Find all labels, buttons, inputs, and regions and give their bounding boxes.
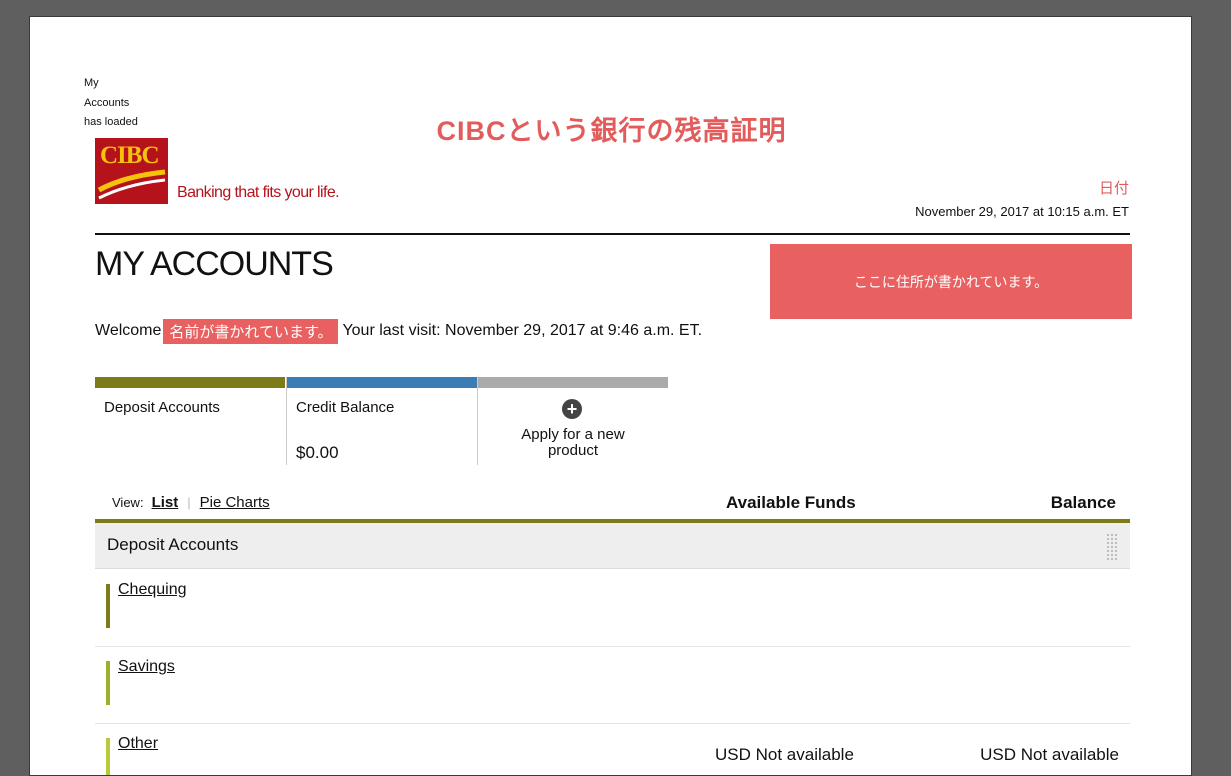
logo-swoosh-icon [97,169,166,200]
last-visit: Your last visit: November 29, 2017 at 9:… [342,322,703,339]
account-group-header[interactable]: Deposit Accounts [95,523,1130,569]
account-row-savings: Savings [95,646,1130,724]
tile-value: $0.00 [296,443,339,462]
view-separator: | [187,495,191,510]
statement-page: My Accounts has loaded CIBCという銀行の残高証明 CI… [29,16,1192,776]
header-divider [95,233,1130,235]
session-timestamp: November 29, 2017 at 10:15 a.m. ET [915,204,1129,219]
balance-value: USD Not available [980,745,1119,764]
available-funds-value: USD Not available [715,745,854,764]
account-stripe [106,584,110,628]
annotation-title: CIBCという銀行の残高証明 [436,116,787,146]
tile-color-bar [478,377,668,388]
welcome-prefix: Welcome [95,322,162,339]
page-title: MY ACCOUNTS [95,245,334,283]
tile-label: Deposit Accounts [104,399,220,416]
tile-color-bar [287,377,477,388]
column-header-balance: Balance [1050,493,1116,512]
view-list-link[interactable]: List [152,494,179,511]
plus-circle-icon[interactable]: + [562,399,582,419]
welcome-message: Welcome 名前が書かれています。 Your last visit: Nov… [95,318,703,344]
view-pie-charts-link[interactable]: Pie Charts [200,494,270,511]
view-label: View: [112,495,144,510]
account-row-other: Other USD Not available USD Not availabl… [95,723,1130,775]
tile-color-bar [95,377,285,388]
tile-label: Credit Balance [296,399,395,416]
tile-credit-balance[interactable]: Credit Balance $0.00 [286,377,477,465]
date-annotation: 日付 [1098,180,1129,197]
name-annotation: 名前が書かれています。 [163,318,339,344]
account-link-chequing[interactable]: Chequing [118,581,187,599]
tile-deposit-accounts[interactable]: Deposit Accounts [95,377,285,465]
column-header-available-funds: Available Funds [726,493,856,512]
summary-tiles: Deposit Accounts Credit Balance $0.00 + … [95,377,670,465]
view-switcher: View: List | Pie Charts [112,494,270,511]
account-row-chequing: Chequing [95,569,1130,647]
account-link-other[interactable]: Other [118,735,158,753]
account-stripe [106,661,110,705]
account-link-savings[interactable]: Savings [118,658,175,676]
account-stripe [106,738,110,775]
cibc-logo[interactable]: CIBC [95,138,168,204]
address-annotation: ここに住所が書かれています。 [770,244,1132,319]
group-label: Deposit Accounts [107,535,239,554]
tile-label: Apply for a new product [521,426,625,459]
tile-apply-new-product[interactable]: + Apply for a new product [477,377,668,465]
brand-tagline: Banking that fits your life. [177,184,340,201]
drag-handle-icon[interactable] [1106,533,1118,561]
